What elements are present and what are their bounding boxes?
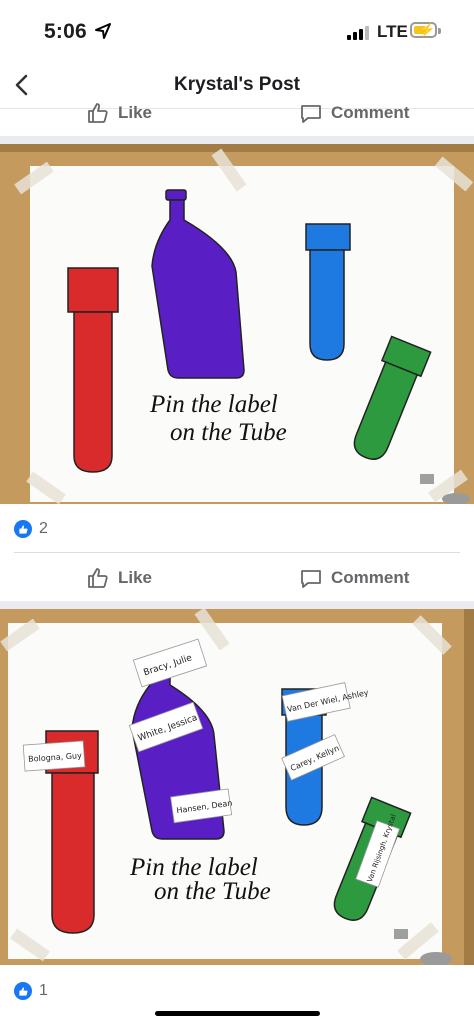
post-divider <box>0 136 474 144</box>
reaction-count: 1 <box>39 982 48 999</box>
reactions-summary-1[interactable]: 2 <box>14 520 48 538</box>
door-frame <box>464 609 474 965</box>
like-button[interactable]: Like <box>86 100 152 126</box>
reaction-count: 2 <box>39 520 48 537</box>
like-button[interactable]: Like <box>86 556 152 600</box>
comment-bubble-icon <box>301 105 321 123</box>
comment-label: Comment <box>331 568 410 587</box>
thumbs-up-icon <box>88 103 108 123</box>
blue-tube <box>309 249 345 361</box>
poster-title-line2: on the Tube <box>170 419 287 446</box>
action-bar-top: Like Comment <box>0 100 474 126</box>
network-type: LTE <box>377 22 408 41</box>
thumbs-up-icon <box>88 568 108 588</box>
poster-stamp <box>394 929 408 939</box>
comment-button[interactable]: Comment <box>299 100 409 126</box>
like-label: Like <box>118 103 153 122</box>
poster-title-line1: Pin the label <box>129 854 258 881</box>
name-label-card: Bologna, Guy <box>22 740 86 772</box>
signal-icon <box>347 26 371 40</box>
post-divider <box>0 601 474 609</box>
poster-title-line2: on the Tube <box>154 878 271 905</box>
like-reaction-icon <box>14 982 32 1000</box>
blue-tube-cap <box>305 223 351 251</box>
clock: 5:06 <box>44 20 87 43</box>
poster-stamp <box>420 474 434 484</box>
status-bar: 5:06 LTE ⚡ <box>0 0 474 64</box>
battery-icon: ⚡ <box>410 22 437 38</box>
like-label: Like <box>118 568 153 587</box>
poster-title-line1: Pin the label <box>149 391 278 418</box>
red-tube-cap <box>67 267 119 313</box>
separator <box>14 552 460 553</box>
comment-bubble-icon <box>301 570 321 588</box>
post-photo-2[interactable]: Bracy, Julie White, Jessica Hansen, Dean… <box>0 609 474 965</box>
red-tube <box>73 311 113 473</box>
comment-button[interactable]: Comment <box>299 556 409 600</box>
home-indicator[interactable] <box>155 1011 320 1016</box>
like-reaction-icon <box>14 520 32 538</box>
reactions-summary-2[interactable]: 1 <box>14 982 48 1000</box>
location-arrow-icon <box>95 23 111 39</box>
battery-tip <box>438 28 441 34</box>
post-photo-1[interactable]: Pin the label on the Tube <box>0 144 474 504</box>
red-tube <box>51 772 95 934</box>
door-frame <box>0 144 474 152</box>
comment-label: Comment <box>331 103 410 122</box>
action-bar: Like Comment <box>0 556 474 600</box>
page-title: Krystal's Post <box>174 74 300 95</box>
bottle-cap <box>165 189 187 201</box>
